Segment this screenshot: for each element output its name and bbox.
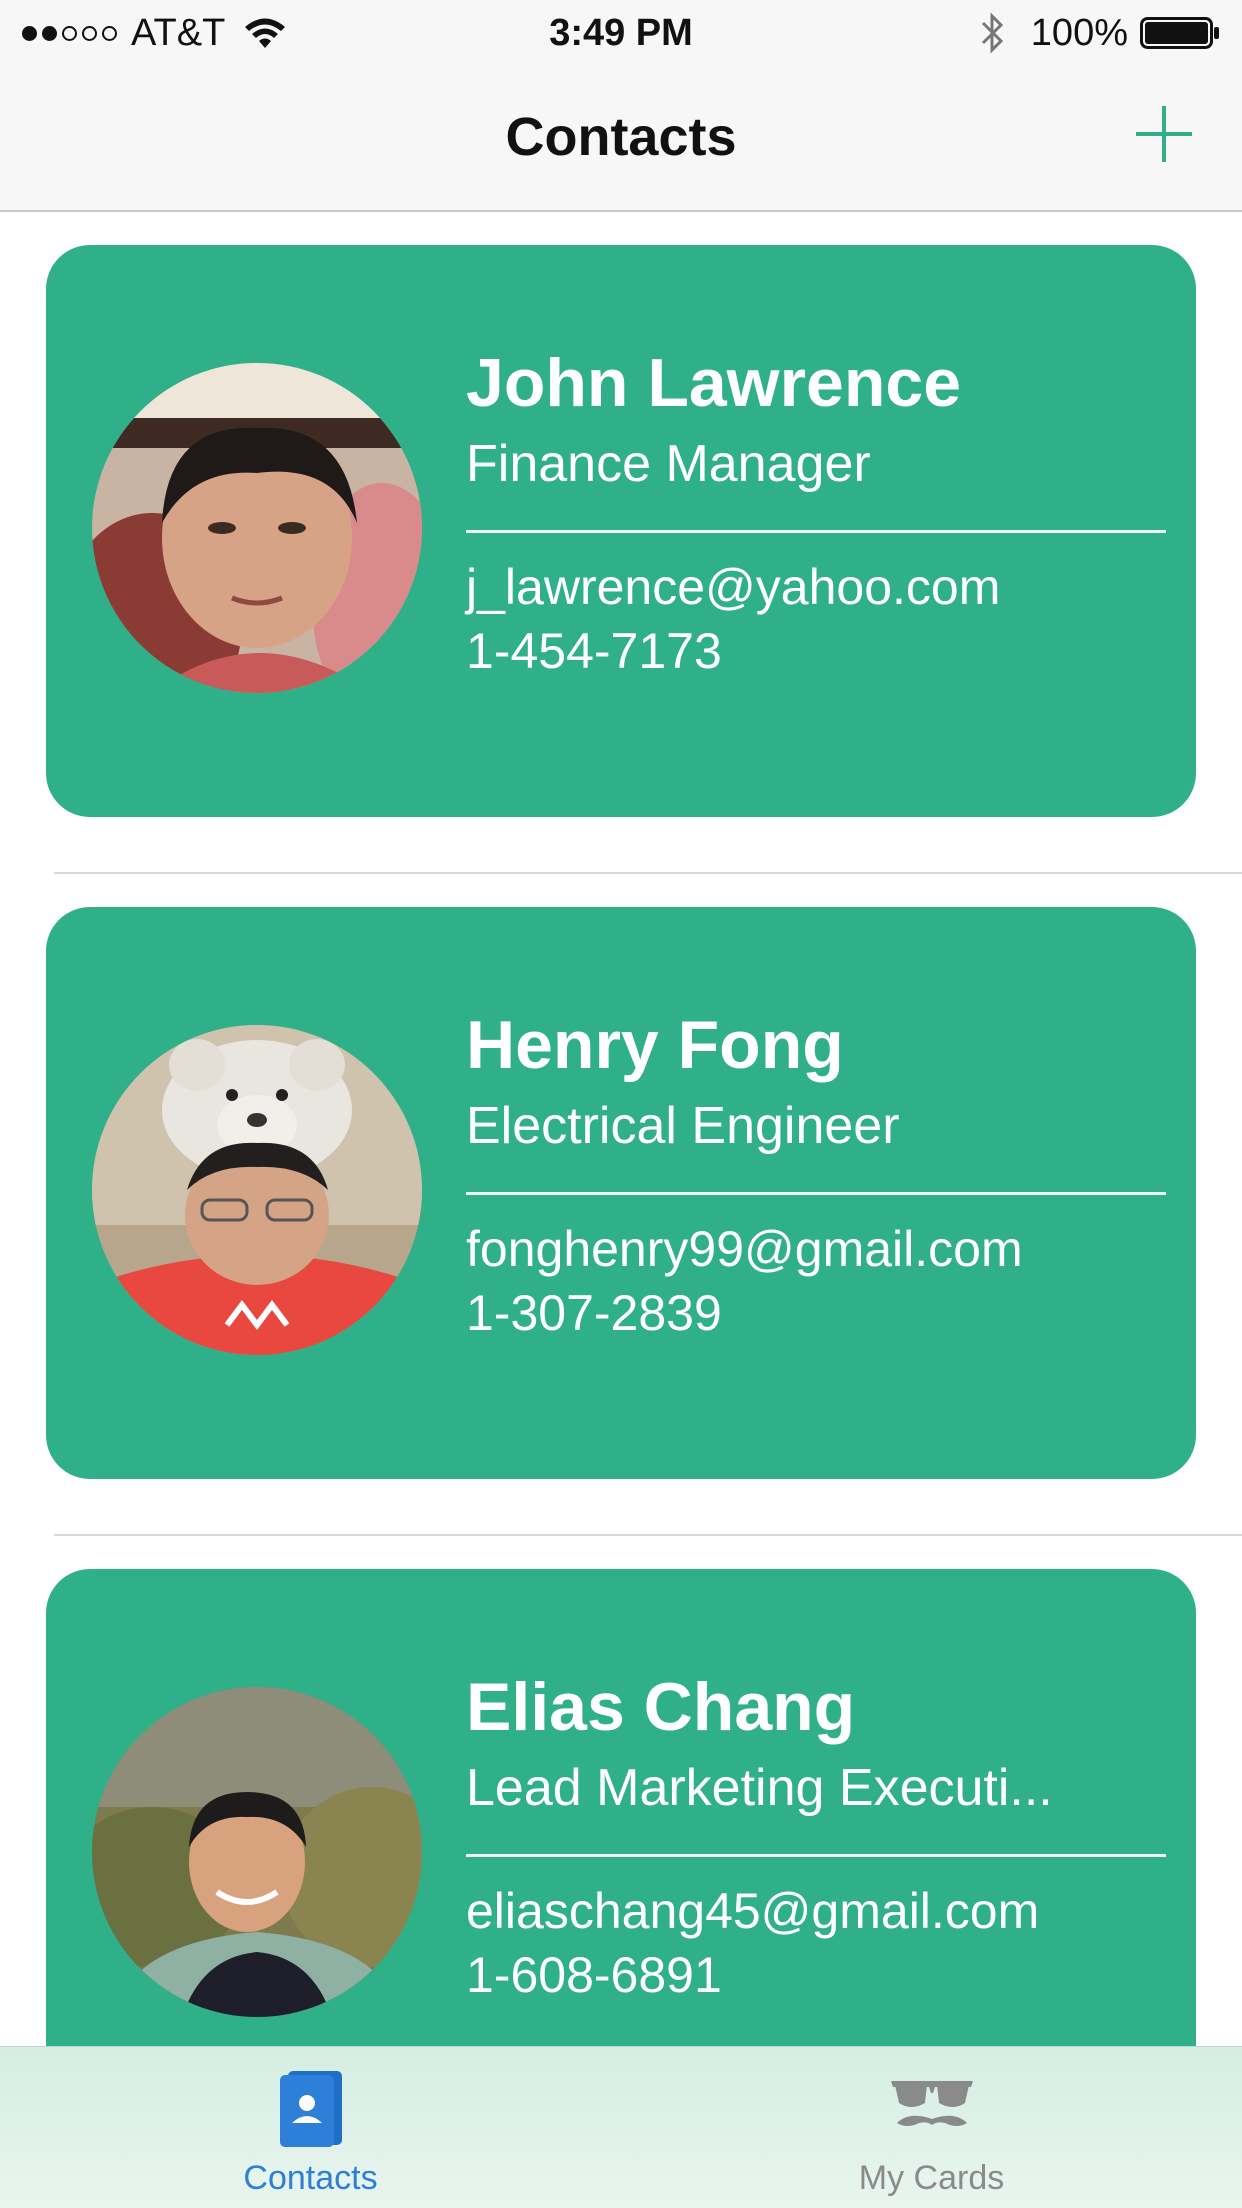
plus-icon (1136, 106, 1192, 162)
tab-contacts[interactable]: Contacts (0, 2047, 621, 2208)
status-right: 100% (977, 10, 1220, 56)
contact-email[interactable]: j_lawrence@yahoo.com (466, 555, 1166, 619)
card-divider (466, 1854, 1166, 1857)
contact-phone[interactable]: 1-608-6891 (466, 1943, 1166, 2007)
avatar (92, 1687, 422, 2017)
card-divider (466, 530, 1166, 533)
contact-job-title: Electrical Engineer (466, 1097, 900, 1155)
contact-card[interactable]: John Lawrence Finance Manager j_lawrence… (46, 245, 1196, 817)
tab-my-cards[interactable]: My Cards (621, 2047, 1242, 2208)
status-bar: AT&T 3:49 PM 100% (0, 0, 1242, 66)
add-contact-button[interactable] (1132, 102, 1196, 166)
contact-phone[interactable]: 1-454-7173 (466, 619, 1166, 683)
contact-row[interactable]: Henry Fong Electrical Engineer fonghenry… (0, 874, 1242, 1536)
contact-card[interactable]: Henry Fong Electrical Engineer fonghenry… (46, 907, 1196, 1479)
contacts-book-icon (279, 2071, 342, 2147)
card-divider (466, 1192, 1166, 1195)
page-title: Contacts (505, 107, 737, 167)
tab-label: Contacts (243, 2159, 378, 2197)
tab-label: My Cards (858, 2159, 1005, 2197)
contact-row[interactable]: Elias Chang Lead Marketing Executi... el… (0, 1536, 1242, 2046)
bluetooth-icon (981, 12, 1003, 54)
avatar (92, 1025, 422, 1355)
contact-info: Henry Fong Electrical Engineer fonghenry… (466, 1002, 1166, 1345)
contact-card[interactable]: Elias Chang Lead Marketing Executi... el… (46, 1569, 1196, 2046)
contact-row[interactable]: John Lawrence Finance Manager j_lawrence… (0, 212, 1242, 874)
contact-email[interactable]: eliaschang45@gmail.com (466, 1879, 1166, 1943)
navigation-bar: Contacts (0, 66, 1242, 212)
avatar-photo-icon (92, 363, 422, 693)
avatar-photo-icon (92, 1687, 422, 2017)
contact-job-title: Lead Marketing Executi... (466, 1759, 1053, 1817)
battery-icon (1140, 17, 1219, 49)
contact-name: Henry Fong (466, 1007, 844, 1083)
contact-info: Elias Chang Lead Marketing Executi... el… (466, 1664, 1166, 2007)
contact-job-title: Finance Manager (466, 435, 871, 493)
tab-bar: Contacts My Cards (0, 2046, 1242, 2208)
avatar (92, 363, 422, 693)
contact-name: John Lawrence (466, 345, 962, 421)
battery-percentage: 100% (1030, 11, 1128, 54)
contact-phone[interactable]: 1-307-2839 (466, 1281, 1166, 1345)
avatar-photo-icon (92, 1025, 422, 1355)
sunglasses-mustache-icon (890, 2081, 973, 2126)
contact-name: Elias Chang (466, 1669, 856, 1745)
contact-info: John Lawrence Finance Manager j_lawrence… (466, 340, 1166, 683)
contacts-list[interactable]: John Lawrence Finance Manager j_lawrence… (0, 212, 1242, 2046)
contact-email[interactable]: fonghenry99@gmail.com (466, 1217, 1166, 1281)
